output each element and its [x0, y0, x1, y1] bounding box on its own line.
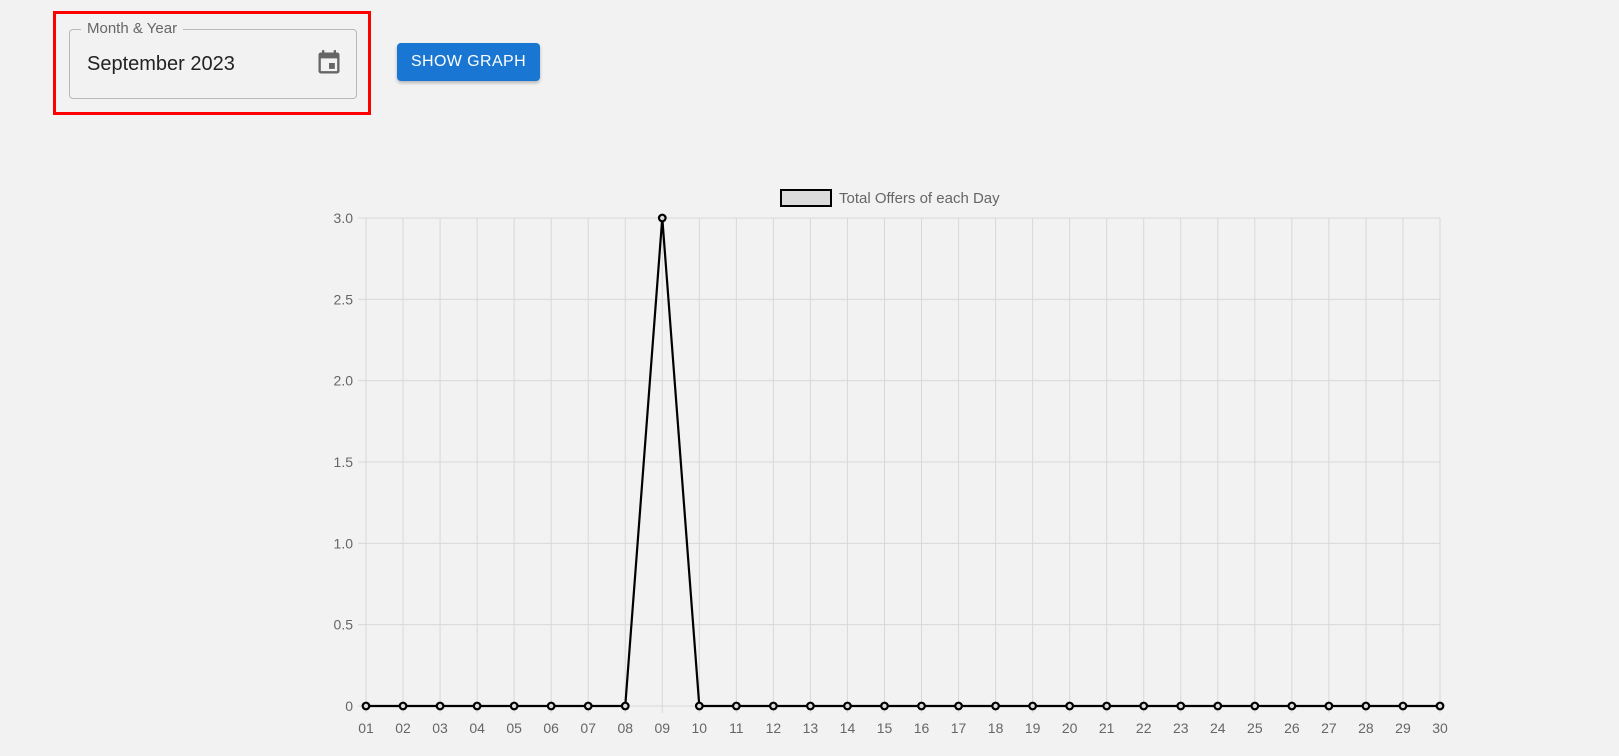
data-point: [843, 701, 852, 711]
x-tick-label: 16: [914, 720, 930, 736]
x-tick-label: 13: [803, 720, 819, 736]
x-tick-label: 01: [358, 720, 374, 736]
data-point: [435, 701, 445, 711]
x-tick-label: 02: [395, 720, 411, 736]
x-tick-label: 03: [432, 720, 448, 736]
data-point: [1287, 701, 1297, 711]
data-point: [1139, 701, 1149, 711]
x-tick-label: 30: [1432, 720, 1448, 736]
y-tick-label: 1.0: [334, 535, 354, 551]
data-point: [1102, 701, 1112, 711]
x-tick-label: 06: [543, 720, 559, 736]
calendar-button[interactable]: [315, 49, 343, 77]
data-point: [398, 701, 408, 711]
data-point: [1435, 701, 1445, 711]
x-tick-label: 15: [877, 720, 893, 736]
data-point: [1065, 701, 1075, 711]
y-tick-label: 2.5: [334, 291, 354, 307]
data-point: [694, 701, 704, 711]
x-tick-label: 05: [506, 720, 522, 736]
y-tick-label: 0: [345, 698, 353, 714]
x-tick-label: 07: [580, 720, 596, 736]
x-tick-label: 27: [1321, 720, 1337, 736]
legend-swatch: [780, 189, 832, 207]
month-year-value[interactable]: September 2023: [87, 52, 235, 76]
show-graph-button[interactable]: SHOW GRAPH: [397, 43, 540, 81]
data-point: [361, 701, 371, 711]
data-point: [1361, 701, 1371, 711]
data-point: [954, 701, 963, 711]
chart-grid: [358, 217, 1441, 713]
data-point: [472, 701, 482, 711]
chart-legend[interactable]: Total Offers of each Day: [780, 189, 1000, 207]
y-tick-label: 2.0: [334, 373, 354, 389]
series-line: [366, 216, 1440, 708]
x-tick-label: 23: [1173, 720, 1189, 736]
legend-label: Total Offers of each Day: [839, 190, 1000, 207]
x-tick-label: 19: [1025, 720, 1041, 736]
y-tick-label: 3.0: [334, 210, 354, 226]
x-tick-label: 04: [469, 720, 485, 736]
data-point: [731, 701, 741, 711]
x-tick-label: 12: [766, 720, 782, 736]
x-tick-label: 10: [692, 720, 708, 736]
data-point: [583, 701, 593, 711]
x-tick-label: 21: [1099, 720, 1115, 736]
x-tick-label: 08: [617, 720, 633, 736]
data-point: [1324, 701, 1334, 711]
x-tick-label: 28: [1358, 720, 1374, 736]
x-tick-label: 20: [1062, 720, 1078, 736]
x-tick-label: 26: [1284, 720, 1300, 736]
month-year-label: Month & Year: [81, 19, 184, 39]
data-point: [768, 701, 778, 711]
data-point: [546, 701, 556, 711]
data-point: [657, 213, 667, 223]
x-tick-label: 29: [1395, 720, 1411, 736]
x-tick-label: 09: [654, 720, 670, 736]
calendar-icon: [318, 50, 340, 74]
data-point: [806, 701, 815, 711]
x-tick-label: 11: [729, 720, 744, 736]
data-point: [1028, 701, 1038, 711]
x-tick-label: 14: [840, 720, 856, 736]
chart-series: [361, 213, 1445, 711]
data-point: [917, 701, 926, 711]
x-tick-label: 24: [1210, 720, 1226, 736]
data-point: [880, 701, 889, 711]
data-point: [991, 701, 1000, 711]
y-axis: 0 0.5 1.0 1.5 2.0 2.5 3.0: [334, 210, 354, 714]
y-tick-label: 1.5: [334, 454, 354, 470]
y-tick-label: 0.5: [334, 617, 354, 633]
data-point: [509, 701, 519, 711]
data-point: [1213, 701, 1223, 711]
data-point: [1250, 701, 1260, 711]
data-point: [1176, 701, 1186, 711]
data-point: [620, 701, 630, 711]
data-point: [1398, 701, 1408, 711]
x-tick-label: 17: [951, 720, 967, 736]
month-year-field[interactable]: Month & Year September 2023: [69, 19, 357, 99]
x-tick-label: 18: [988, 720, 1004, 736]
x-tick-label: 25: [1247, 720, 1263, 736]
x-axis: 01 02 03 04 05 06 07 08 09 10 11 12 13 14 15 16 17 18 19 20…: [358, 720, 1448, 736]
x-tick-label: 22: [1136, 720, 1152, 736]
